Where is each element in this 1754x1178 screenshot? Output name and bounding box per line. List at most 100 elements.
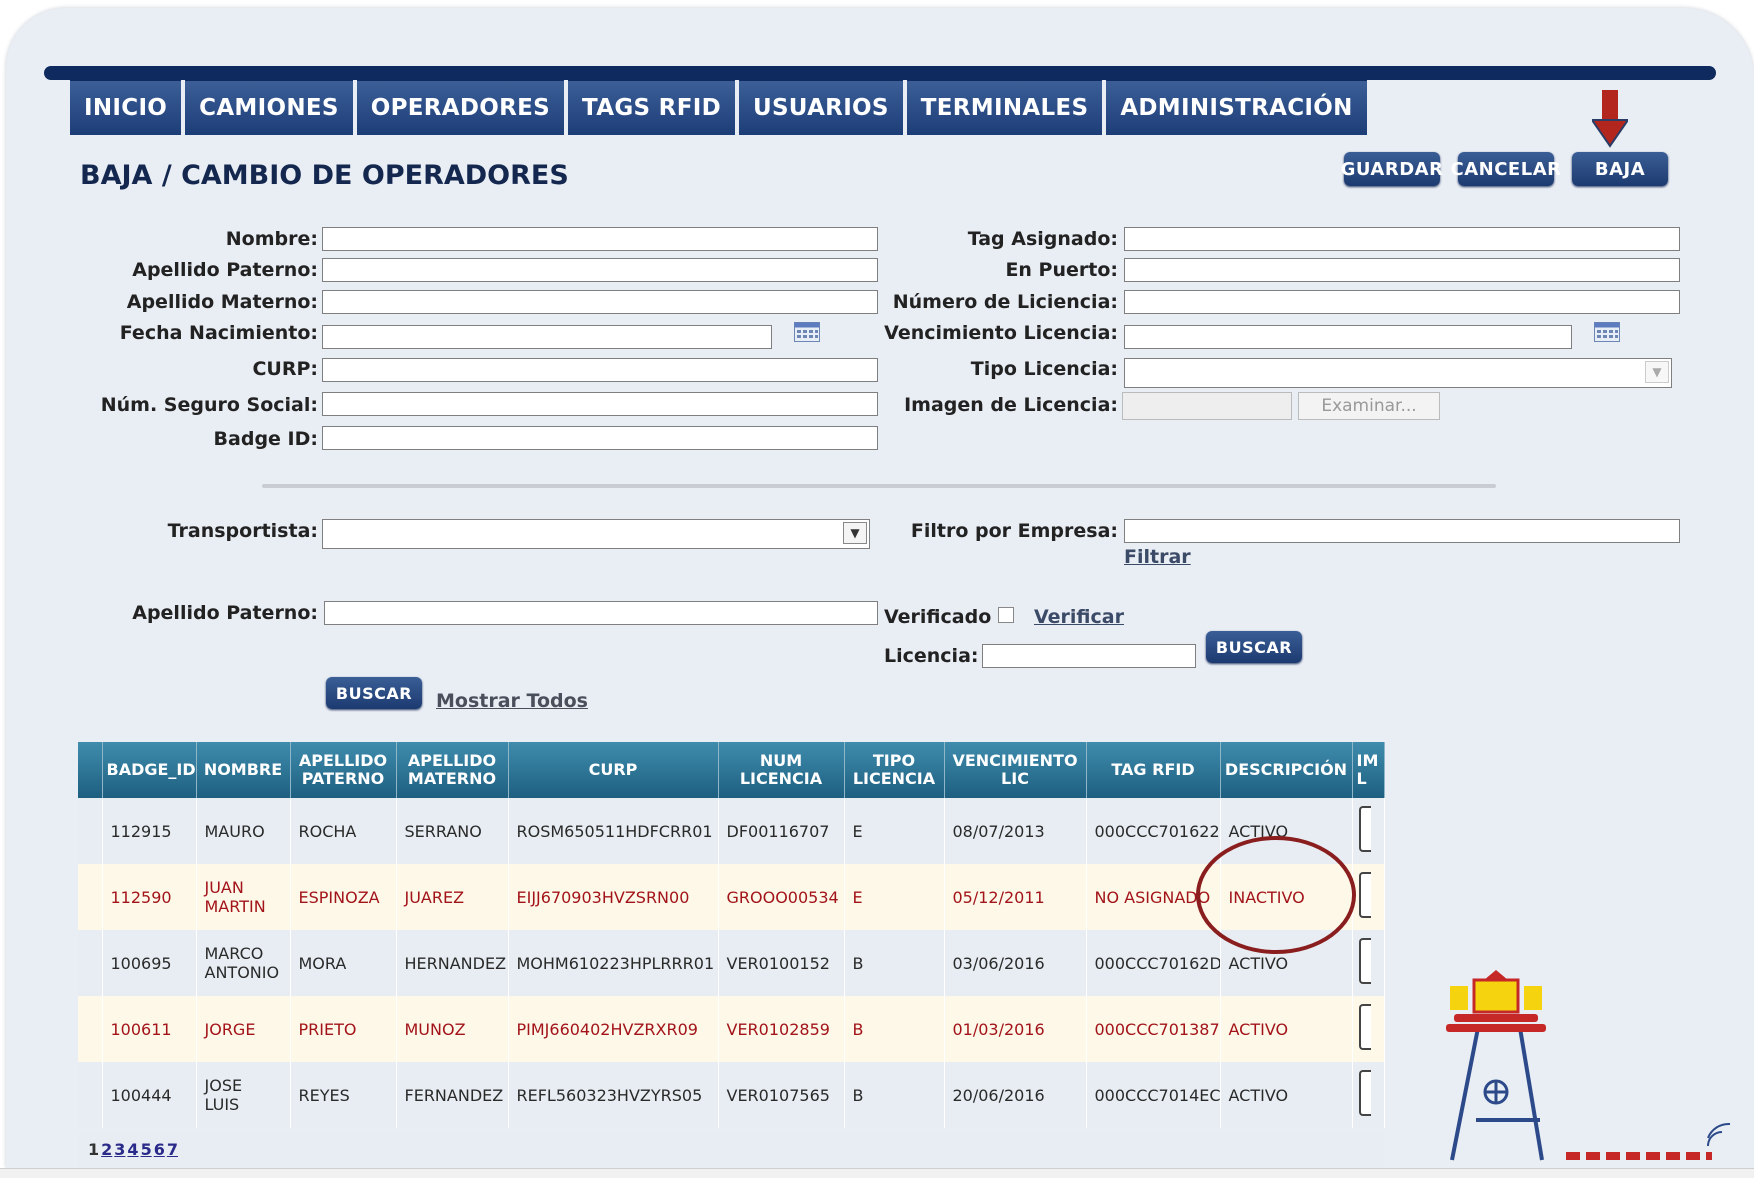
examinar-button[interactable]: Examinar... bbox=[1298, 392, 1440, 420]
apellido-materno-label: Apellido Materno: bbox=[126, 291, 318, 313]
image-button[interactable] bbox=[1358, 806, 1371, 852]
nav-tags-rfid[interactable]: TAGS RFID bbox=[568, 78, 735, 135]
image-button[interactable] bbox=[1358, 1004, 1371, 1050]
cell-curp: EIJJ670903HVZSRN00 bbox=[508, 864, 719, 930]
page-link[interactable]: 5 bbox=[141, 1140, 152, 1159]
cell-ap-pat: MORA bbox=[290, 930, 397, 996]
table-row[interactable]: 100611 JORGE PRIETO MUNOZ PIMJ660402HVZR… bbox=[78, 996, 1385, 1062]
verificar-link[interactable]: Verificar bbox=[1034, 606, 1124, 628]
save-button[interactable]: GUARDAR bbox=[1341, 152, 1443, 186]
page-link[interactable]: 4 bbox=[127, 1140, 138, 1159]
nav-inicio[interactable]: INICIO bbox=[70, 78, 182, 135]
nombre-line: MARTIN bbox=[204, 897, 266, 916]
cell-image[interactable] bbox=[1352, 930, 1385, 996]
table-row[interactable]: 112915 MAURO ROCHA SERRANO ROSM650511HDF… bbox=[78, 798, 1385, 864]
nombre-line: JORGE bbox=[204, 1019, 256, 1039]
calendar-icon[interactable] bbox=[1594, 322, 1620, 342]
cell-badge: 100611 bbox=[102, 996, 197, 1062]
cell-ap-mat: HERNANDEZ bbox=[396, 930, 509, 996]
numero-licencia-input[interactable] bbox=[1124, 290, 1680, 314]
tipo-licencia-select[interactable]: ▼ bbox=[1124, 358, 1672, 388]
curp-input[interactable] bbox=[322, 358, 878, 382]
row-spacer bbox=[78, 930, 103, 996]
column-header[interactable]: BADGE_ID bbox=[102, 742, 197, 798]
nav-administracion[interactable]: ADMINISTRACIÓN bbox=[1106, 78, 1367, 135]
divider bbox=[262, 484, 1496, 488]
badge-id-input[interactable] bbox=[322, 426, 878, 450]
cell-image[interactable] bbox=[1352, 996, 1385, 1062]
curp-label: CURP: bbox=[252, 358, 318, 380]
column-header[interactable]: APELLIDO PATERNO bbox=[290, 742, 397, 798]
nav-usuarios[interactable]: USUARIOS bbox=[738, 78, 903, 135]
cell-image[interactable] bbox=[1352, 1062, 1385, 1128]
buscar-button[interactable]: BUSCAR bbox=[326, 677, 422, 709]
cell-ap-mat: SERRANO bbox=[396, 798, 509, 864]
num-seguro-social-input[interactable] bbox=[322, 392, 878, 416]
nav-camiones[interactable]: CAMIONES bbox=[185, 78, 353, 135]
apellido-materno-input[interactable] bbox=[322, 290, 878, 314]
page-link[interactable]: 6 bbox=[154, 1140, 165, 1159]
header-label: LICENCIA bbox=[852, 769, 936, 788]
buscar-licencia-button[interactable]: BUSCAR bbox=[1206, 631, 1302, 663]
filtro-empresa-input[interactable] bbox=[1124, 519, 1680, 543]
row-spacer bbox=[78, 864, 103, 930]
row-spacer bbox=[78, 798, 103, 864]
cell-tipo: B bbox=[844, 1062, 945, 1128]
table-row[interactable]: 100444 JOSE LUIS REYES FERNANDEZ REFL5603… bbox=[78, 1062, 1385, 1128]
cell-image[interactable] bbox=[1352, 864, 1385, 930]
cancel-button[interactable]: CANCELAR bbox=[1451, 152, 1561, 186]
table-row[interactable]: 112590 JUAN MARTIN ESPINOZA JUAREZ EIJJ67… bbox=[78, 864, 1385, 930]
page-link[interactable]: 2 bbox=[101, 1140, 112, 1159]
page-link[interactable]: 7 bbox=[167, 1140, 178, 1159]
en-puerto-input[interactable] bbox=[1124, 258, 1680, 282]
cell-desc: ACTIVO bbox=[1220, 1062, 1353, 1128]
cell-image[interactable] bbox=[1352, 798, 1385, 864]
column-header[interactable]: NUM LICENCIA bbox=[718, 742, 845, 798]
column-header[interactable]: APELLIDO MATERNO bbox=[396, 742, 509, 798]
nav-operadores[interactable]: OPERADORES bbox=[356, 78, 565, 135]
num-seguro-social-label: Núm. Seguro Social: bbox=[100, 394, 318, 416]
apellido-paterno-search-input[interactable] bbox=[324, 601, 878, 625]
nombre-input[interactable] bbox=[322, 227, 878, 251]
calendar-icon[interactable] bbox=[794, 322, 820, 342]
mostrar-todos-link[interactable]: Mostrar Todos bbox=[436, 690, 588, 712]
header-label: IM bbox=[1356, 751, 1379, 770]
table-row[interactable]: 100695 MARCO ANTONIO MORA HERNANDEZ MOHM6… bbox=[78, 930, 1385, 996]
header-label: BADGE_ID bbox=[106, 760, 196, 779]
column-header[interactable]: IM L bbox=[1352, 742, 1385, 798]
image-button[interactable] bbox=[1358, 1070, 1371, 1116]
column-header[interactable]: NOMBRE bbox=[196, 742, 291, 798]
transportista-select[interactable]: ▼ bbox=[322, 519, 870, 549]
column-header[interactable]: CURP bbox=[508, 742, 719, 798]
numero-licencia-label: Número de Liciencia: bbox=[892, 291, 1118, 313]
verificado-checkbox[interactable] bbox=[998, 607, 1014, 623]
cell-venc: 01/03/2016 bbox=[944, 996, 1087, 1062]
image-button[interactable] bbox=[1358, 872, 1371, 918]
image-button[interactable] bbox=[1358, 938, 1371, 984]
delete-button[interactable]: BAJA bbox=[1572, 152, 1668, 186]
apellido-paterno-input[interactable] bbox=[322, 258, 878, 282]
cell-curp: REFL560323HVZYRS05 bbox=[508, 1062, 719, 1128]
column-header[interactable]: TAG RFID bbox=[1086, 742, 1221, 798]
column-header[interactable]: VENCIMIENTO LIC bbox=[944, 742, 1087, 798]
transportista-label: Transportista: bbox=[167, 520, 318, 542]
en-puerto-label: En Puerto: bbox=[1005, 259, 1118, 281]
vencimiento-licencia-input[interactable] bbox=[1124, 325, 1572, 349]
page-link[interactable]: 3 bbox=[114, 1140, 125, 1159]
licencia-input[interactable] bbox=[982, 644, 1196, 668]
nombre-label: Nombre: bbox=[225, 228, 318, 250]
column-header bbox=[78, 742, 103, 798]
filtrar-link[interactable]: Filtrar bbox=[1124, 546, 1191, 568]
cell-tag: 000CCC70162D bbox=[1086, 930, 1221, 996]
header-label: PATERNO bbox=[301, 769, 385, 788]
tag-asignado-input[interactable] bbox=[1124, 227, 1680, 251]
header-label: DESCRIPCIÓN bbox=[1224, 760, 1348, 779]
cell-num-lic: GROOO00534 bbox=[718, 864, 845, 930]
fecha-nacimiento-input[interactable] bbox=[322, 325, 772, 349]
column-header[interactable]: TIPO LICENCIA bbox=[844, 742, 945, 798]
cell-tag: 000CCC7014EC bbox=[1086, 1062, 1221, 1128]
nav-terminales[interactable]: TERMINALES bbox=[906, 78, 1103, 135]
cell-nombre: MARCO ANTONIO bbox=[196, 930, 291, 996]
badge-id-label: Badge ID: bbox=[213, 428, 318, 450]
column-header[interactable]: DESCRIPCIÓN bbox=[1220, 742, 1353, 798]
